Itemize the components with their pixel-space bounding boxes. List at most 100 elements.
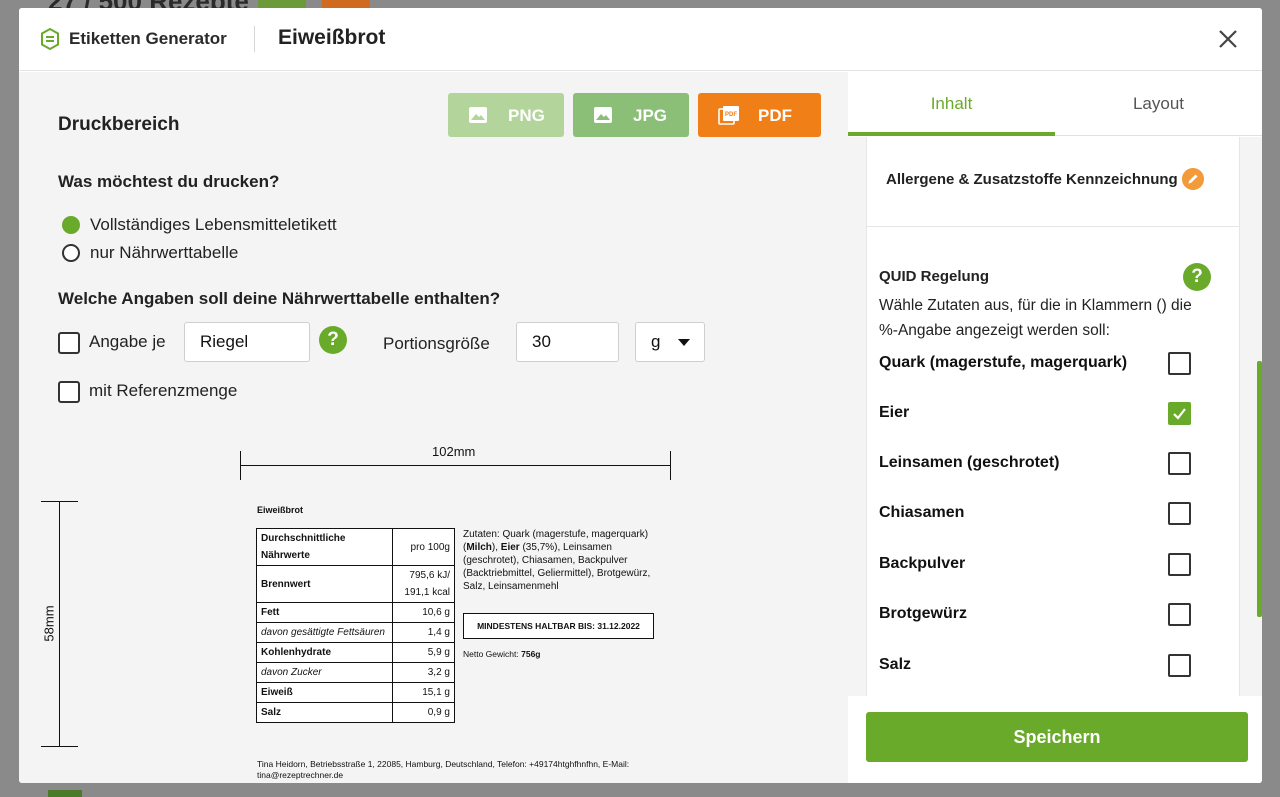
ingredient-name: Eier	[879, 404, 910, 421]
ingredient-name: Chiasamen	[879, 504, 965, 521]
export-pdf-button[interactable]: PDF PDF	[698, 93, 821, 137]
table-header-cell: Durchschnittliche Nährwerte	[256, 528, 393, 566]
brand: Etiketten Generator	[39, 28, 227, 50]
angabe-label: Angabe je	[89, 332, 166, 351]
export-png-button[interactable]: PNG	[448, 93, 564, 137]
label-address: Tina Heidorn, Betriebsstraße 1, 22085, H…	[257, 759, 630, 780]
nutrient-name: davon gesättigte Fettsäuren	[256, 622, 393, 643]
export-jpg-button[interactable]: JPG	[573, 93, 689, 137]
allergene-card: Allergene & Zusatzstoffe Kennzeichnung	[866, 137, 1240, 227]
tab-inhalt[interactable]: Inhalt	[848, 72, 1055, 136]
nutrient-value: 5,9 g	[392, 642, 455, 663]
caret-down-icon	[678, 338, 690, 346]
referenz-checkbox[interactable]	[58, 381, 80, 403]
nutrient-name: davon Zucker	[256, 662, 393, 683]
referenz-label: mit Referenzmenge	[89, 381, 238, 400]
radio-selected-icon[interactable]	[62, 216, 80, 234]
modal-header: Etiketten Generator Eiweißbrot	[19, 8, 1262, 71]
ingredient-checkbox[interactable]	[1168, 602, 1191, 626]
print-question: Was möchtest du drucken?	[58, 172, 280, 191]
width-dimension-label: 102mm	[432, 444, 476, 459]
ingredient-checkbox[interactable]	[1168, 501, 1191, 525]
export-jpg-label: JPG	[633, 106, 668, 125]
ingredient-row: Chiasamen	[879, 493, 1201, 533]
tab-layout[interactable]: Layout	[1055, 72, 1262, 136]
table-question: Welche Angaben soll deine Nährwerttabell…	[58, 289, 501, 308]
table-row: Eiweiß 15,1 g	[256, 682, 455, 703]
nutrient-value: 795,6 kJ/ 191,1 kcal	[392, 565, 455, 603]
ingredient-checkbox[interactable]	[1168, 351, 1191, 375]
angabe-input[interactable]: Riegel	[184, 322, 310, 362]
ingredient-row: Leinsamen (geschrotet)	[879, 443, 1201, 483]
ingredient-row: Quark (magerstufe, magerquark)	[879, 343, 1201, 383]
label-logo-icon	[41, 28, 59, 50]
nutrient-value: 1,4 g	[392, 622, 455, 643]
height-dimension-tick	[41, 501, 78, 502]
radio-unselected-icon[interactable]	[62, 244, 80, 262]
ingredient-name: Backpulver	[879, 555, 966, 572]
svg-text:PDF: PDF	[725, 112, 737, 118]
radio-table-only[interactable]: nur Nährwerttabelle	[62, 243, 238, 263]
ingredient-row: Backpulver	[879, 544, 1201, 584]
net-weight-value: 756g	[521, 649, 541, 659]
angabe-checkbox[interactable]	[58, 332, 80, 354]
ingredient-checkbox[interactable]	[1168, 401, 1191, 425]
nutrient-name: Kohlenhydrate	[256, 642, 393, 663]
table-row: Kohlenhydrate 5,9 g	[256, 642, 455, 663]
label-generator-modal: Etiketten Generator Eiweißbrot Druckbere…	[19, 8, 1262, 783]
table-row: Durchschnittliche Nährwerte pro 100g	[256, 528, 455, 566]
checkmark-icon	[1173, 407, 1186, 420]
nutrient-value: 0,9 g	[392, 702, 455, 723]
settings-panel: Inhalt Layout Allergene & Zusatzstoffe K…	[848, 72, 1262, 783]
settings-scroll-area[interactable]: Allergene & Zusatzstoffe Kennzeichnung Q…	[848, 137, 1262, 696]
allergene-title: Allergene & Zusatzstoffe Kennzeichnung	[886, 171, 1178, 188]
pencil-icon[interactable]	[1182, 168, 1204, 190]
header-divider	[254, 26, 255, 52]
quid-title: QUID Regelung	[879, 268, 990, 285]
close-icon[interactable]	[1215, 26, 1241, 52]
portion-input[interactable]: 30	[516, 322, 619, 362]
label-product-name: Eiweißbrot	[257, 505, 304, 515]
radio-full-text: Vollständiges Lebensmitteletikett	[90, 215, 337, 234]
nutrient-value: 3,2 g	[392, 662, 455, 683]
ingredient-row: Brotgewürz	[879, 594, 1201, 634]
table-row: davon Zucker 3,2 g	[256, 662, 455, 683]
nutrient-value: 15,1 g	[392, 682, 455, 703]
ingredient-name: Salz	[879, 656, 912, 673]
best-before-box: MINDESTENS HALTBAR BIS: 31.12.2022	[463, 613, 654, 639]
radio-full-label[interactable]: Vollständiges Lebensmitteletikett	[62, 215, 337, 235]
quid-description: Wähle Zutaten aus, für die in Klammern (…	[879, 297, 1192, 339]
ingredient-checkbox[interactable]	[1168, 451, 1191, 475]
ingredient-checkbox[interactable]	[1168, 653, 1191, 677]
allergen-eier: Eier	[500, 542, 520, 553]
ingredient-checkbox[interactable]	[1168, 552, 1191, 576]
nutrient-name: Eiweiß	[256, 682, 393, 703]
ingredient-name: Quark (magerstufe, magerquark)	[879, 354, 1128, 371]
nutrition-table: Durchschnittliche Nährwerte pro 100g Bre…	[256, 528, 455, 723]
table-header-value: pro 100g	[392, 528, 455, 566]
ingredient-row: Eier	[879, 393, 1201, 433]
width-dimension-tick	[240, 451, 241, 480]
height-dimension-label: 58mm	[41, 605, 57, 642]
radio-table-text: nur Nährwerttabelle	[90, 243, 239, 262]
help-icon[interactable]: ?	[1183, 263, 1211, 291]
ingredient-row: Salz	[879, 645, 1201, 685]
table-row: Brennwert 795,6 kJ/ 191,1 kcal	[256, 565, 455, 603]
table-row: Salz 0,9 g	[256, 702, 455, 723]
export-pdf-label: PDF	[758, 106, 792, 125]
nutrient-name: Salz	[256, 702, 393, 723]
unit-select[interactable]: g	[635, 322, 705, 362]
settings-tabs: Inhalt Layout	[848, 72, 1262, 136]
net-weight-label: Netto Gewicht:	[463, 649, 522, 659]
unit-select-value: g	[651, 332, 661, 351]
ingredient-name: Leinsamen (geschrotet)	[879, 454, 1060, 471]
print-area-title: Druckbereich	[58, 114, 180, 135]
image-icon	[469, 107, 487, 123]
help-icon[interactable]: ?	[319, 326, 347, 354]
nutrient-value: 10,6 g	[392, 602, 455, 623]
portion-label: Portionsgröße	[383, 334, 490, 353]
save-button[interactable]: Speichern	[866, 712, 1248, 762]
image-icon	[594, 107, 612, 123]
brand-name: Etiketten Generator	[69, 29, 227, 48]
scrollbar-thumb[interactable]	[1257, 361, 1262, 617]
